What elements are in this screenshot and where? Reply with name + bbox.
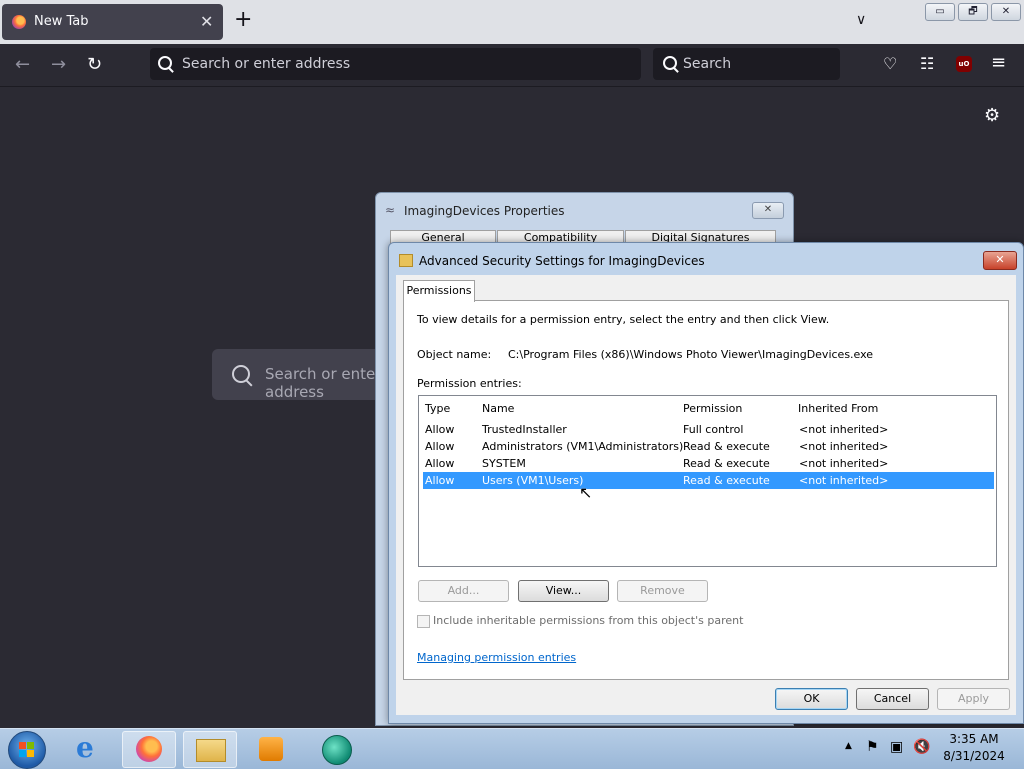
tab-strip: New Tab ✕ + ∨ ▭ 🗗 ✕ xyxy=(0,0,1024,44)
tab-permissions[interactable]: Permissions xyxy=(403,280,475,302)
advanced-security-window: Advanced Security Settings for ImagingDe… xyxy=(388,242,1024,724)
address-bar[interactable]: Search or enter address xyxy=(150,48,641,80)
taskbar-explorer[interactable] xyxy=(183,731,237,768)
pocket-icon[interactable]: ♡ xyxy=(883,54,897,73)
network-icon[interactable]: ▣ xyxy=(890,739,903,755)
dialog-client-area: Permissions To view details for a permis… xyxy=(396,275,1016,715)
search-icon xyxy=(232,365,250,383)
table-row-selected[interactable]: Allow Users (VM1\Users) Read & execute <… xyxy=(423,472,994,489)
firefox-icon xyxy=(136,736,162,762)
cell-type: Allow xyxy=(425,457,455,470)
forward-arrow-icon[interactable]: → xyxy=(51,54,66,75)
hamburger-menu-icon[interactable]: ≡ xyxy=(991,52,1006,73)
cell-inherited: <not inherited> xyxy=(799,423,889,436)
properties-close-button[interactable]: ✕ xyxy=(752,202,784,219)
clock[interactable]: 3:35 AM 8/31/2024 xyxy=(942,732,1006,763)
ublock-origin-icon[interactable]: uO xyxy=(956,56,972,72)
column-header-type[interactable]: Type xyxy=(425,402,450,415)
ok-button[interactable]: OK xyxy=(775,688,848,710)
permissions-panel: To view details for a permission entry, … xyxy=(403,300,1009,680)
permission-entries-label: Permission entries: xyxy=(417,377,522,390)
start-button[interactable] xyxy=(8,731,46,769)
column-header-permission[interactable]: Permission xyxy=(683,402,742,415)
mouse-cursor-icon: ↖ xyxy=(579,483,593,502)
address-placeholder: Search or enter address xyxy=(182,56,351,72)
windows-logo-icon xyxy=(19,742,26,749)
newtab-search-placeholder: Search or enter address xyxy=(265,365,382,401)
permission-entries-list[interactable]: Type Name Permission Inherited From Allo… xyxy=(418,395,997,567)
cell-permission: Read & execute xyxy=(683,440,770,453)
search-icon xyxy=(663,56,677,70)
advanced-close-button[interactable]: ✕ xyxy=(983,251,1017,270)
object-name-value: C:\Program Files (x86)\Windows Photo Vie… xyxy=(508,348,874,361)
show-hidden-icons-button[interactable]: ▲ xyxy=(845,741,852,751)
cell-inherited: <not inherited> xyxy=(799,440,889,453)
back-arrow-icon[interactable]: ← xyxy=(15,54,30,75)
search-placeholder: Search xyxy=(683,56,732,72)
cell-permission: Full control xyxy=(683,423,744,436)
object-name-label: Object name: xyxy=(417,348,492,361)
app-icon: ≈ xyxy=(385,203,396,217)
cell-name: SYSTEM xyxy=(482,457,526,470)
taskbar-firefox[interactable] xyxy=(122,731,176,768)
tab-new-tab[interactable]: New Tab ✕ xyxy=(2,4,223,40)
cell-inherited: <not inherited> xyxy=(799,474,889,487)
internet-explorer-icon: e xyxy=(76,731,94,764)
taskbar: e ▲ ⚑ ▣ 🔇 3:35 AM 8/31/2024 xyxy=(0,728,1024,769)
restore-button[interactable]: 🗗 xyxy=(958,3,988,21)
cancel-button[interactable]: Cancel xyxy=(856,688,929,710)
table-row[interactable]: Allow SYSTEM Read & execute <not inherit… xyxy=(423,455,994,472)
new-tab-button[interactable]: + xyxy=(234,8,252,32)
include-inheritable-label: Include inheritable permissions from thi… xyxy=(433,614,744,627)
tab-title: New Tab xyxy=(34,14,89,29)
cell-type: Allow xyxy=(425,474,455,487)
column-header-inherited-from[interactable]: Inherited From xyxy=(798,402,878,415)
app-icon xyxy=(322,735,352,765)
cell-name: Administrators (VM1\Administrators) xyxy=(482,440,684,453)
folder-icon xyxy=(399,254,413,267)
column-header-name[interactable]: Name xyxy=(482,402,514,415)
list-all-tabs-chevron-icon[interactable]: ∨ xyxy=(856,12,866,28)
properties-title: ImagingDevices Properties xyxy=(404,204,565,218)
minimize-button[interactable]: ▭ xyxy=(925,3,955,21)
advanced-security-title: Advanced Security Settings for ImagingDe… xyxy=(419,254,705,268)
remove-button[interactable]: Remove xyxy=(617,580,708,602)
gear-icon[interactable]: ⚙ xyxy=(984,105,1000,126)
cell-type: Allow xyxy=(425,423,455,436)
cell-inherited: <not inherited> xyxy=(799,457,889,470)
search-bar[interactable]: Search xyxy=(653,48,840,80)
reload-icon[interactable]: ↻ xyxy=(87,54,102,75)
managing-permission-entries-link[interactable]: Managing permission entries xyxy=(417,651,576,664)
volume-muted-icon[interactable]: 🔇 xyxy=(913,739,930,755)
taskbar-media-player[interactable] xyxy=(245,731,297,766)
tab-close-icon[interactable]: ✕ xyxy=(200,12,213,31)
cell-name: Users (VM1\Users) xyxy=(482,474,584,487)
extensions-icon[interactable]: ☷ xyxy=(920,54,934,73)
window-close-button[interactable]: ✕ xyxy=(991,3,1021,21)
cell-type: Allow xyxy=(425,440,455,453)
newtab-search-box[interactable]: Search or enter address xyxy=(212,349,392,401)
include-inheritable-checkbox[interactable] xyxy=(417,615,430,628)
firefox-icon xyxy=(12,15,26,29)
add-button[interactable]: Add... xyxy=(418,580,509,602)
cell-permission: Read & execute xyxy=(683,457,770,470)
view-button[interactable]: View... xyxy=(518,580,609,602)
instructions-text: To view details for a permission entry, … xyxy=(417,313,830,326)
clock-date: 8/31/2024 xyxy=(943,749,1005,763)
clock-time: 3:35 AM xyxy=(949,732,999,746)
media-player-icon xyxy=(259,737,283,761)
action-center-flag-icon[interactable]: ⚑ xyxy=(866,739,879,755)
folder-icon xyxy=(196,739,226,762)
taskbar-internet-explorer[interactable]: e xyxy=(64,731,116,766)
table-row[interactable]: Allow TrustedInstaller Full control <not… xyxy=(423,421,994,438)
apply-button[interactable]: Apply xyxy=(937,688,1010,710)
cell-name: TrustedInstaller xyxy=(482,423,567,436)
taskbar-app[interactable] xyxy=(310,731,362,766)
search-icon xyxy=(158,56,172,70)
table-row[interactable]: Allow Administrators (VM1\Administrators… xyxy=(423,438,994,455)
cell-permission: Read & execute xyxy=(683,474,770,487)
